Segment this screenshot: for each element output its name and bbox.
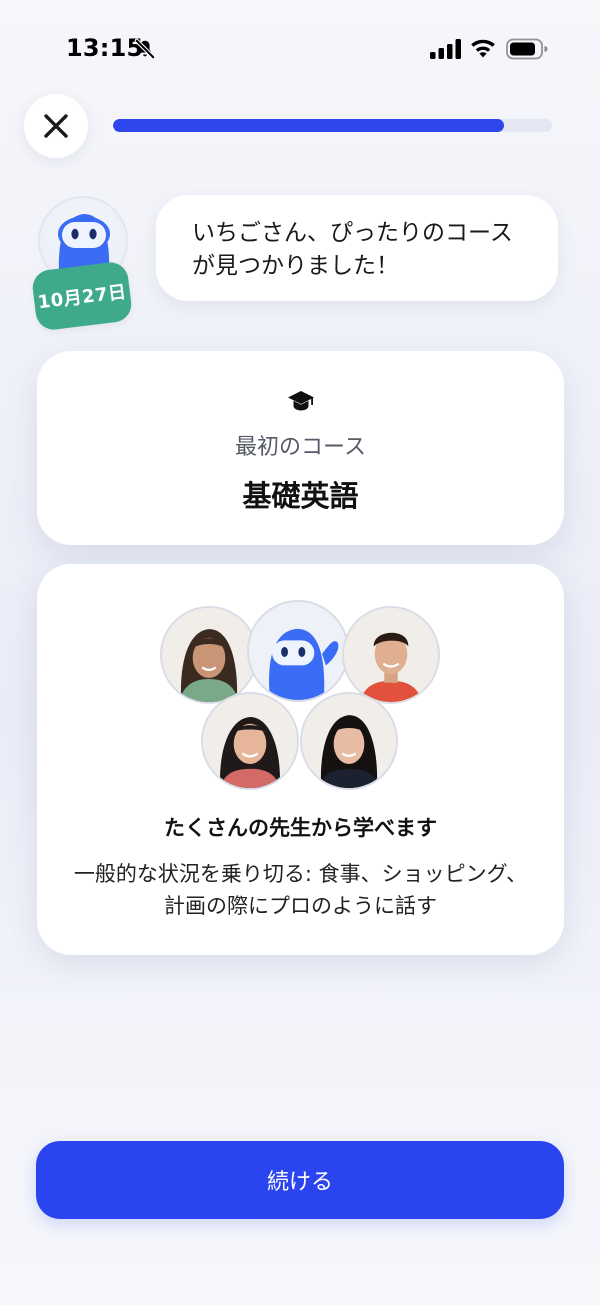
status-bar: 13:15 <box>0 0 600 96</box>
close-button[interactable] <box>24 94 88 158</box>
progress-bar <box>113 119 552 132</box>
teachers-title: たくさんの先生から学べます <box>164 816 437 840</box>
teacher-avatar-2 <box>342 606 440 704</box>
course-name: 基礎英語 <box>242 479 359 513</box>
close-icon <box>44 114 68 138</box>
battery-icon <box>506 38 548 60</box>
graduation-cap-icon <box>288 391 314 411</box>
teachers-card: たくさんの先生から学べます 一般的な状況を乗り切る: 食事、ショッピング、計画の… <box>37 564 564 955</box>
course-label: 最初のコース <box>235 435 366 460</box>
course-card: 最初のコース 基礎英語 <box>37 351 564 545</box>
signal-icon <box>430 39 461 59</box>
bell-slash-icon <box>134 38 156 60</box>
continue-button[interactable]: 続ける <box>36 1141 564 1219</box>
teacher-avatar-3 <box>201 692 299 790</box>
date-badge: 10月27日 <box>30 260 134 332</box>
mascot-avatar: 10月27日 <box>30 196 134 336</box>
teachers-description: 一般的な状況を乗り切る: 食事、ショッピング、計画の際にプロのように話す <box>73 862 528 918</box>
mascot-avatar-group <box>247 600 349 702</box>
progress-fill <box>113 119 504 132</box>
teacher-avatar-4 <box>300 692 398 790</box>
speech-bubble: いちごさん、ぴったりのコースが見つかりました！ <box>156 195 558 301</box>
wifi-icon <box>471 39 495 58</box>
status-time: 13:15 <box>66 34 144 62</box>
teacher-avatar-1 <box>160 606 258 704</box>
